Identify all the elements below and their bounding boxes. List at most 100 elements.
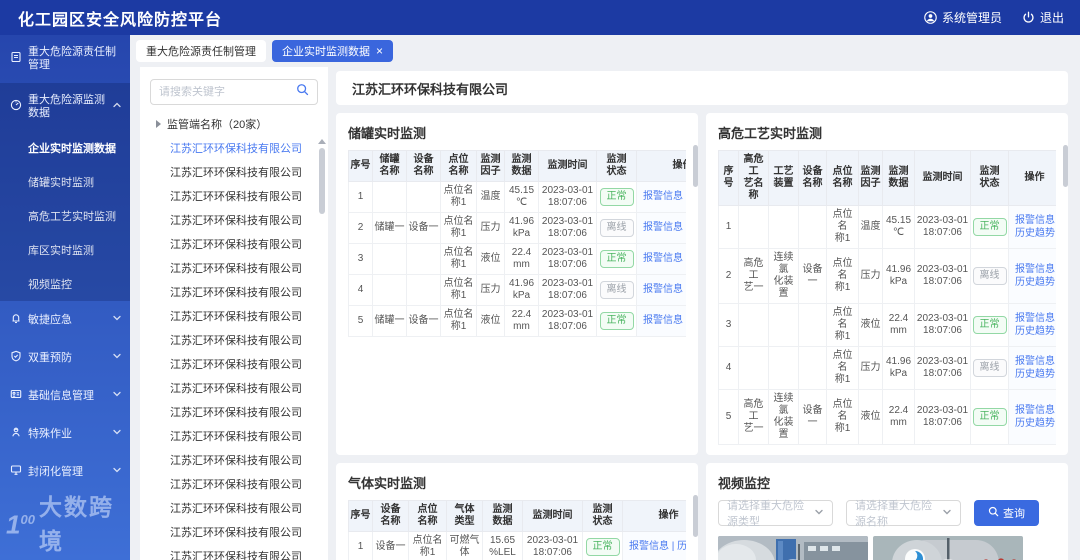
- table-row: 1 点位名 称1 温度 45.15 ℃ 2023-03-01 18:07:06 正常 报警信…: [718, 205, 1056, 249]
- alarm-info-link[interactable]: 报警信息: [1015, 404, 1056, 417]
- alarm-info-link[interactable]: 报警信息: [1015, 355, 1056, 368]
- search-icon[interactable]: [296, 83, 309, 101]
- sidebar-item-0[interactable]: 重大危险源责任制管理: [0, 35, 130, 83]
- ops-cell: 报警信息 | 历史趋势: [636, 212, 687, 244]
- status-badge: 正常: [585, 538, 620, 556]
- table-cell: 3: [718, 303, 739, 347]
- hazard-type-select[interactable]: 请选择重大危险源类型: [718, 500, 833, 528]
- sidebar-subitem-1[interactable]: 储罐实时监测: [0, 165, 130, 199]
- company-list-item[interactable]: 江苏汇环环保科技有限公司: [140, 305, 328, 329]
- table-row: 1 设备一 点位名 称1 可燃气 体 15.65 %LEL 2023-03-01 18:0…: [348, 531, 686, 560]
- company-list-item[interactable]: 江苏汇环环保科技有限公司: [140, 257, 328, 281]
- company-list-item[interactable]: 江苏汇环环保科技有限公司: [140, 521, 328, 545]
- table-cell: 液位: [476, 243, 505, 275]
- status-badge: 正常: [972, 218, 1007, 236]
- sidebar-item-3[interactable]: 双重预防: [0, 339, 130, 377]
- table-cell: 3: [348, 243, 373, 275]
- table-cell: 2023-03-01 18:07:06: [914, 346, 971, 390]
- company-list-item[interactable]: 江苏汇环环保科技有限公司: [140, 185, 328, 209]
- history-trend-link[interactable]: 历史趋势: [1015, 368, 1056, 381]
- sidebar-item-5[interactable]: 特殊作业: [0, 415, 130, 453]
- video-thumbnail-tanker-truck[interactable]: [718, 536, 868, 560]
- sidebar-subitem-4[interactable]: 视频监控: [0, 267, 130, 301]
- company-list-item[interactable]: 江苏汇环环保科技有限公司: [140, 281, 328, 305]
- query-button[interactable]: 查询: [974, 500, 1039, 526]
- table-cell: 点位名 称1: [826, 346, 859, 390]
- tree-node-regulator[interactable]: 监管端名称（20家）: [140, 109, 328, 137]
- alarm-info-link[interactable]: 报警信息: [643, 284, 683, 295]
- status-cell: 正常: [970, 303, 1009, 347]
- tree-node-label: 监管端名称（20家）: [167, 119, 268, 131]
- company-list-item[interactable]: 江苏汇环环保科技有限公司: [140, 209, 328, 233]
- gas-table: 序号 设备 名称 点位 名称 气体 类型 监测 数据 监测时间 监测 状态 操作 1 设备一 点位名…: [348, 500, 686, 560]
- table-row: 2 储罐一 设备一 点位名 称1 压力 41.96 kPa 2023-03-01 18:07…: [348, 212, 687, 244]
- company-list-item[interactable]: 江苏汇环环保科技有限公司: [140, 449, 328, 473]
- alarm-info-link[interactable]: 报警信息: [1015, 263, 1056, 276]
- hazard-name-select[interactable]: 请选择重大危险源名称: [846, 500, 961, 528]
- table-cell: 点位名 称1: [440, 181, 477, 213]
- video-thumbnail-storage-tank[interactable]: HAC: [873, 536, 1023, 560]
- status-cell: 正常: [970, 389, 1009, 445]
- table-cell: 41.96 kPa: [882, 248, 915, 304]
- scroll-up-icon[interactable]: [317, 139, 326, 144]
- company-list-item[interactable]: 江苏汇环环保科技有限公司: [140, 425, 328, 449]
- search-box: [150, 79, 318, 105]
- company-list-item[interactable]: 江苏汇环环保科技有限公司: [140, 233, 328, 257]
- alarm-info-link[interactable]: 报警信息: [643, 315, 683, 326]
- company-list-item[interactable]: 江苏汇环环保科技有限公司: [140, 353, 328, 377]
- sidebar-item-label: 敏捷应急: [28, 313, 72, 326]
- logout-button[interactable]: 退出: [1022, 9, 1064, 26]
- list-scrollbar[interactable]: [317, 139, 326, 214]
- table-cell: [798, 205, 827, 249]
- alarm-info-link[interactable]: 报警信息: [1015, 214, 1056, 227]
- company-list-item[interactable]: 江苏汇环环保科技有限公司: [140, 161, 328, 185]
- sidebar-item-4[interactable]: 基础信息管理: [0, 377, 130, 415]
- column-header: 监测 状态: [582, 500, 623, 532]
- sidebar-item-6[interactable]: 封闭化管理: [0, 453, 130, 491]
- sidebar-subitem-0[interactable]: 企业实时监测数据: [0, 131, 130, 165]
- alarm-info-link[interactable]: 报警信息: [643, 222, 683, 233]
- tab-bar: 重大危险源责任制管理 企业实时监测数据 ×: [130, 35, 1080, 67]
- company-list-item[interactable]: 江苏汇环环保科技有限公司: [140, 377, 328, 401]
- table-cell: 22.4 mm: [504, 305, 539, 337]
- table-cell: 设备一: [406, 212, 441, 244]
- table-cell: 2: [348, 212, 373, 244]
- sidebar-subitem-3[interactable]: 库区实时监测: [0, 233, 130, 267]
- company-list-item[interactable]: 江苏汇环环保科技有限公司: [140, 137, 328, 161]
- company-list-item[interactable]: 江苏汇环环保科技有限公司: [140, 473, 328, 497]
- sidebar-item-2[interactable]: 敏捷应急: [0, 301, 130, 339]
- alarm-info-link[interactable]: 报警信息: [1015, 312, 1056, 325]
- table-cell: [768, 303, 799, 347]
- current-user[interactable]: 系统管理员: [924, 9, 1002, 26]
- search-input[interactable]: [159, 86, 296, 98]
- table-scrollbar[interactable]: [1063, 145, 1068, 187]
- alarm-info-link[interactable]: 报警信息: [643, 253, 683, 264]
- alarm-info-link[interactable]: 报警信息: [629, 541, 669, 552]
- ops-separator: |: [683, 315, 687, 326]
- history-trend-link[interactable]: 历史趋势: [1015, 276, 1056, 289]
- close-icon[interactable]: ×: [376, 45, 383, 57]
- company-list-item[interactable]: 江苏汇环环保科技有限公司: [140, 545, 328, 560]
- history-trend-link[interactable]: 历史趋势: [1015, 325, 1056, 338]
- history-trend-link[interactable]: 历史趋势: [677, 541, 686, 552]
- company-list-item[interactable]: 江苏汇环环保科技有限公司: [140, 401, 328, 425]
- company-list-item[interactable]: 江苏汇环环保科技有限公司: [140, 497, 328, 521]
- table-cell: 点位名 称1: [826, 389, 859, 445]
- scroll-thumb[interactable]: [318, 148, 325, 214]
- ops-separator: |: [683, 222, 687, 233]
- sidebar-item-1[interactable]: 重大危险源监测数据: [0, 83, 130, 131]
- user-label: 系统管理员: [941, 11, 1002, 25]
- history-trend-link[interactable]: 历史趋势: [1015, 417, 1056, 430]
- tab-responsibility-management[interactable]: 重大危险源责任制管理: [136, 40, 266, 62]
- sidebar-subitem-2[interactable]: 高危工艺实时监测: [0, 199, 130, 233]
- table-scrollbar[interactable]: [693, 495, 698, 537]
- alarm-info-link[interactable]: 报警信息: [643, 191, 683, 202]
- history-trend-link[interactable]: 历史趋势: [1015, 227, 1056, 240]
- ops-separator: |: [683, 284, 687, 295]
- company-list-item[interactable]: 江苏汇环环保科技有限公司: [140, 329, 328, 353]
- sidebar-item-label: 封闭化管理: [28, 465, 83, 478]
- tab-enterprise-realtime-data[interactable]: 企业实时监测数据 ×: [272, 40, 394, 62]
- table-cell: 1: [718, 205, 739, 249]
- table-scrollbar[interactable]: [693, 145, 698, 187]
- worker-icon: [10, 426, 22, 442]
